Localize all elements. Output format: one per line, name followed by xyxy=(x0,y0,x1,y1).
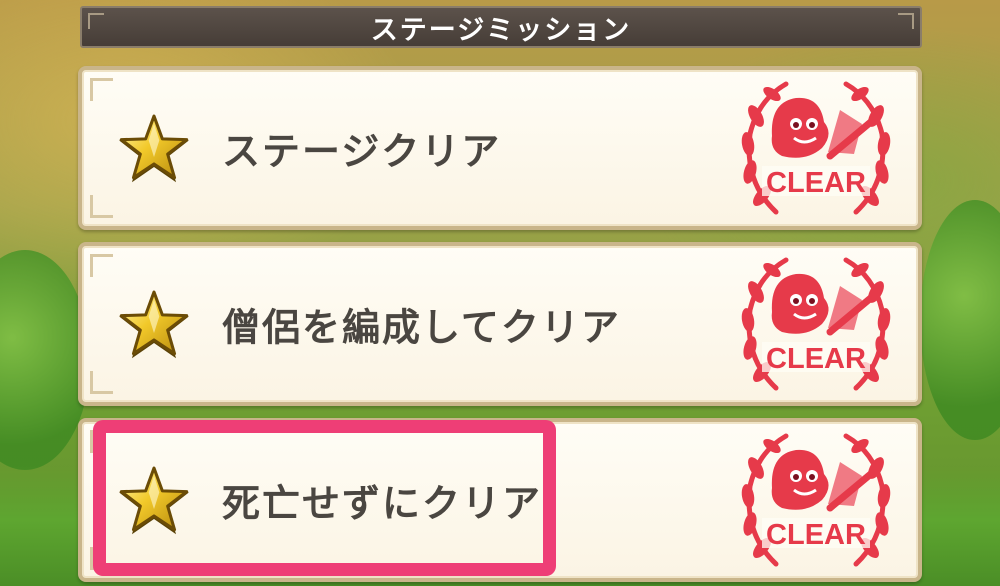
foliage-left xyxy=(0,250,90,470)
foliage-right xyxy=(920,200,1000,440)
mission-label: ステージクリア xyxy=(222,129,502,174)
mission-header: ステージミッション xyxy=(80,6,922,48)
stamp-text: CLEAR xyxy=(766,343,866,375)
mission-card-2[interactable]: 僧侶を編成してクリア CLEAR xyxy=(78,242,922,406)
clear-stamp: CLEAR xyxy=(741,81,891,215)
card-corner-ornament xyxy=(90,254,113,277)
highlight-box xyxy=(93,420,556,576)
clear-stamp: CLEAR xyxy=(741,257,891,391)
stamp-text: CLEAR xyxy=(766,519,866,551)
card-corner-ornament xyxy=(90,195,113,218)
clear-stamp: CLEAR xyxy=(741,433,891,567)
stamp-text: CLEAR xyxy=(766,167,866,199)
mission-label: 僧侶を編成してクリア xyxy=(222,305,621,350)
header-title: ステージミッション xyxy=(370,14,632,46)
gold-star-icon xyxy=(119,290,189,359)
mission-card-1[interactable]: ステージクリア CLEAR xyxy=(78,66,922,230)
card-corner-ornament xyxy=(90,78,113,101)
gold-star-icon xyxy=(119,114,189,183)
card-corner-ornament xyxy=(90,371,113,394)
